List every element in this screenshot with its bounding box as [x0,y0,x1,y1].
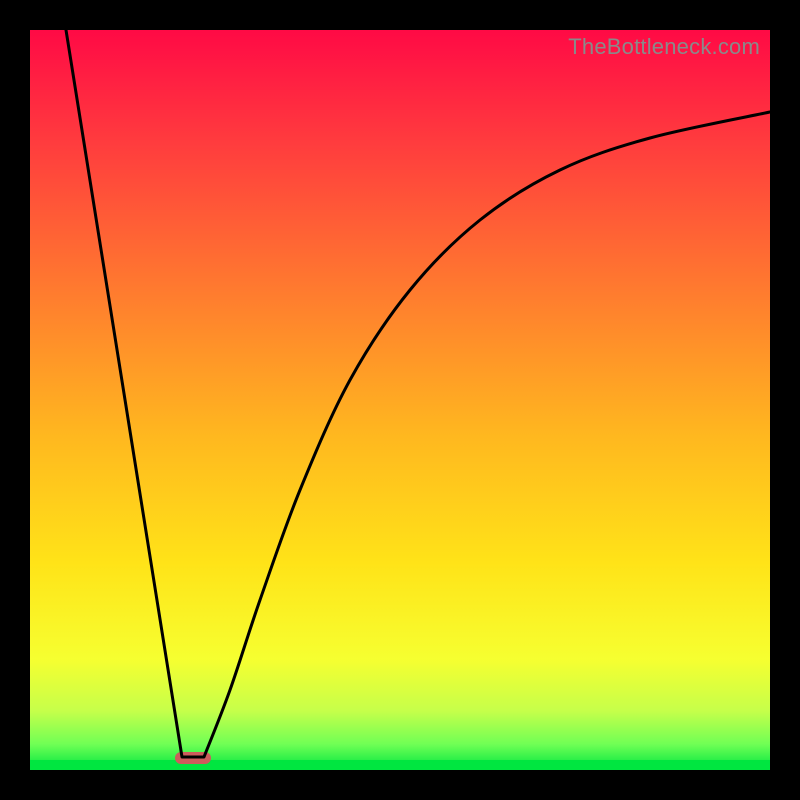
chart-frame: TheBottleneck.com [0,0,800,800]
chart-curve [30,30,770,770]
chart-plot-area: TheBottleneck.com [30,30,770,770]
watermark-text: TheBottleneck.com [568,34,760,60]
